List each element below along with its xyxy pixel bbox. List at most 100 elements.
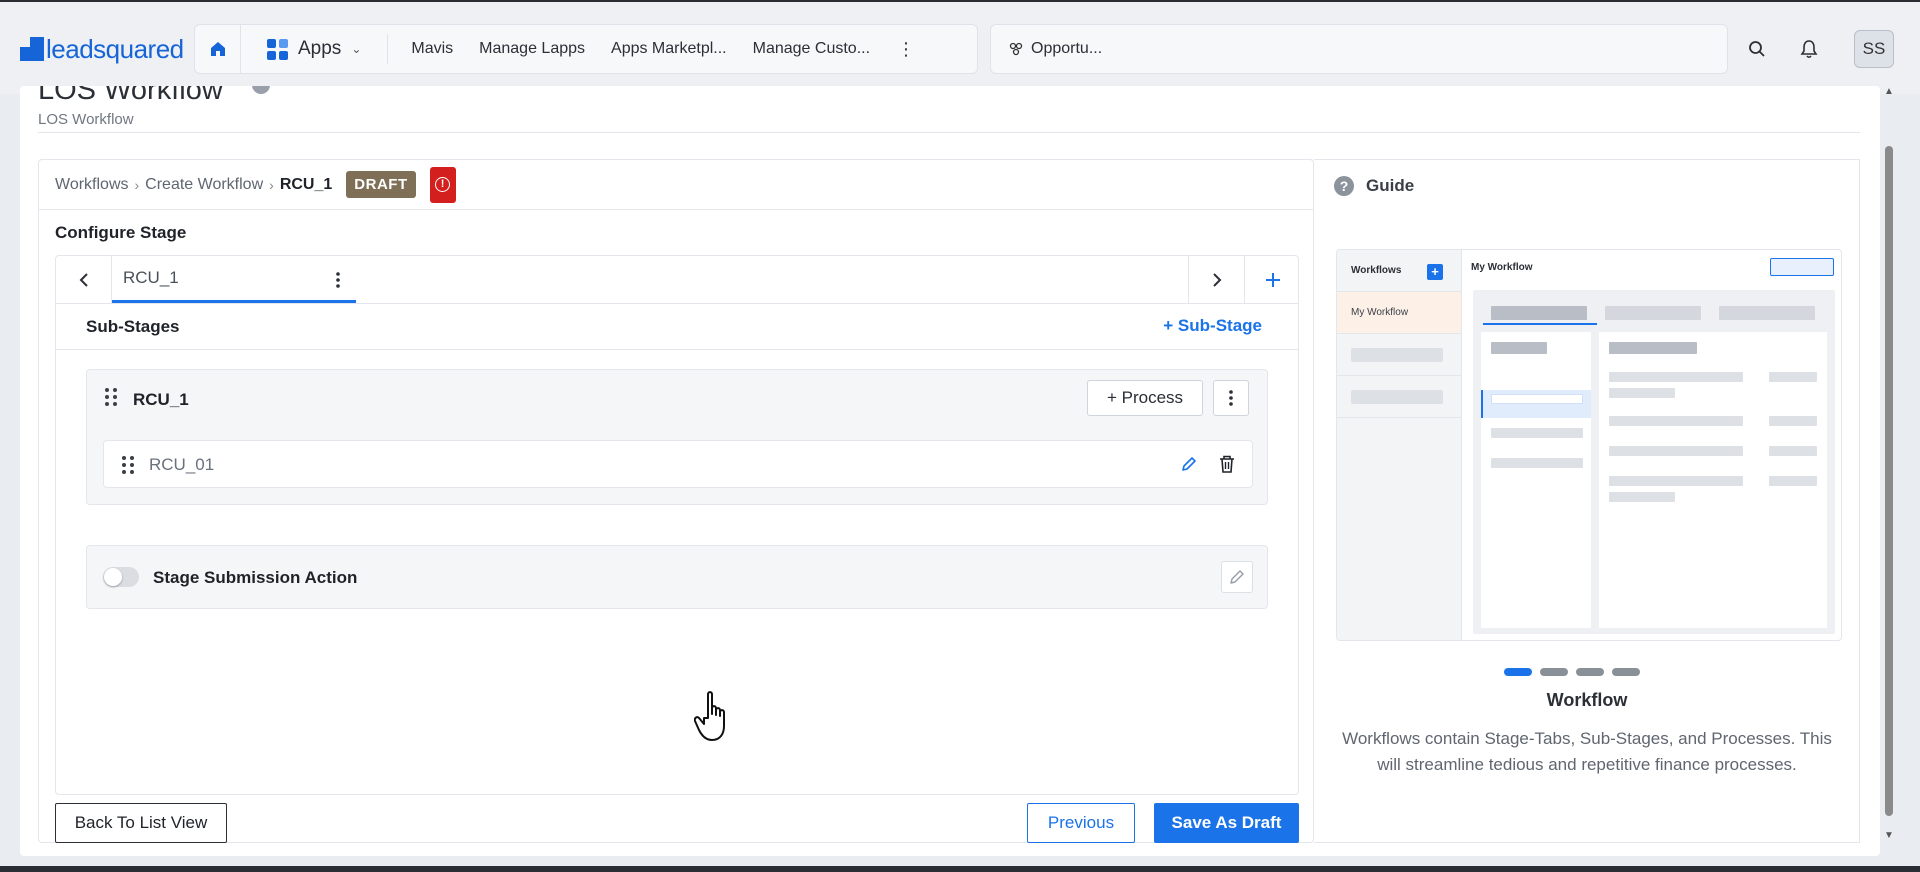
preview-tab <box>1491 306 1587 320</box>
home-button[interactable] <box>195 24 241 74</box>
scroll-up-arrow-icon[interactable]: ▲ <box>1884 86 1894 97</box>
configure-stage-title: Configure Stage <box>55 223 187 242</box>
guide-panel: ? Guide Workflows + My Workflow My Workf… <box>1314 159 1860 843</box>
back-to-list-button[interactable]: Back To List View <box>55 803 227 843</box>
chevron-right-icon: › <box>269 176 274 193</box>
preview-placeholder <box>1337 376 1461 418</box>
alert-icon: ! <box>435 177 451 192</box>
error-indicator[interactable]: ! <box>429 166 456 203</box>
page-subtitle: LOS Workflow <box>38 111 134 128</box>
guide-preview-image: Workflows + My Workflow My Workflow <box>1336 249 1842 641</box>
scrollbar-thumb[interactable] <box>1885 146 1893 816</box>
carousel-dot[interactable] <box>1576 668 1604 676</box>
tab-menu-button[interactable] <box>330 268 346 292</box>
edit-process-button[interactable] <box>1178 453 1200 475</box>
preview-bar <box>1491 394 1583 404</box>
top-navigation: leadsquared Apps ⌄ Mavis Manage Lapps Ap… <box>0 0 1920 94</box>
nav-link-manage-custom[interactable]: Manage Custo... <box>740 40 883 58</box>
preview-sidebar-item: My Workflow <box>1337 292 1461 334</box>
add-stage-button[interactable] <box>1244 256 1300 303</box>
stage-submission-action-card: Stage Submission Action <box>86 545 1268 609</box>
stage-tabs: RCU_1 <box>56 256 1298 304</box>
preview-canvas <box>1473 290 1835 634</box>
leadsquared-logo[interactable]: leadsquared <box>20 32 184 66</box>
submission-action-label: Stage Submission Action <box>153 568 358 587</box>
logo-mark-icon <box>20 37 44 61</box>
chevron-right-icon <box>1212 272 1221 287</box>
preview-button <box>1770 258 1834 276</box>
breadcrumb-current: RCU_1 <box>279 175 333 193</box>
substage-card: RCU_1 + Process RCU_01 <box>86 369 1268 505</box>
nav-link-apps-marketplace[interactable]: Apps Marketpl... <box>598 40 740 58</box>
preview-placeholder <box>1337 334 1461 376</box>
preview-bar <box>1609 492 1675 502</box>
drag-handle-icon[interactable] <box>122 456 134 474</box>
breadcrumb: Workflows › Create Workflow › RCU_1 DRAF… <box>39 160 1313 210</box>
preview-tab <box>1719 306 1815 320</box>
status-badge: DRAFT <box>346 171 416 198</box>
tab-next-button[interactable] <box>1188 256 1244 303</box>
chevron-left-icon <box>79 272 88 287</box>
opportunity-icon <box>1009 42 1023 56</box>
guide-header: ? Guide <box>1334 176 1414 196</box>
preview-bar <box>1609 476 1743 486</box>
substage-name: RCU_1 <box>133 390 189 409</box>
chevron-right-icon: › <box>134 176 140 193</box>
add-process-button[interactable]: + Process <box>1087 380 1203 416</box>
drag-handle-icon[interactable] <box>105 388 117 406</box>
preview-tab-underline <box>1483 323 1597 325</box>
previous-button[interactable]: Previous <box>1027 803 1135 843</box>
search-context-text: Opportu... <box>1031 40 1103 57</box>
edit-submission-action-button[interactable] <box>1221 561 1253 593</box>
guide-description: Workflows contain Stage-Tabs, Sub-Stages… <box>1342 729 1832 774</box>
apps-grid-icon <box>267 38 288 60</box>
notifications-button[interactable] <box>1792 32 1826 66</box>
chevron-down-icon: ⌄ <box>351 42 362 56</box>
preview-bar <box>1491 458 1583 468</box>
info-icon[interactable] <box>252 86 270 94</box>
user-avatar[interactable]: SS <box>1854 30 1894 68</box>
guide-card-title: Workflow <box>1546 690 1628 710</box>
page-scrollbar[interactable]: ▲ ▼ <box>1882 86 1896 856</box>
plus-icon <box>1265 272 1280 287</box>
apps-label: Apps <box>298 38 342 59</box>
nav-link-manage-lapps[interactable]: Manage Lapps <box>466 40 598 58</box>
preview-bar <box>1609 342 1697 354</box>
pencil-icon <box>1230 570 1244 584</box>
hand-cursor-icon <box>694 691 725 741</box>
guide-title: Guide <box>1366 176 1415 195</box>
nav-link-mavis[interactable]: Mavis <box>398 40 466 58</box>
stage-config-box: RCU_1 Sub-Stages + Sub-Stage RCU_1 + Pro… <box>55 255 1299 795</box>
more-vertical-icon <box>1229 390 1233 406</box>
carousel-dot[interactable] <box>1612 668 1640 676</box>
save-as-draft-button[interactable]: Save As Draft <box>1154 803 1299 843</box>
global-search-bar[interactable]: Opportu... <box>990 24 1728 74</box>
breadcrumb-workflows[interactable]: Workflows <box>55 176 129 194</box>
delete-process-button[interactable] <box>1216 453 1238 475</box>
bell-icon <box>1800 40 1818 59</box>
substage-menu-button[interactable] <box>1213 380 1249 416</box>
tab-rcu-1[interactable]: RCU_1 <box>112 256 356 303</box>
breadcrumb-create-workflow[interactable]: Create Workflow <box>145 176 263 194</box>
more-vertical-icon[interactable]: ⋮ <box>883 39 929 60</box>
apps-menu-button[interactable]: Apps ⌄ <box>241 34 389 64</box>
home-icon <box>210 42 225 56</box>
preview-bar <box>1769 372 1817 382</box>
app-navigation-bar: Apps ⌄ Mavis Manage Lapps Apps Marketpl.… <box>194 24 978 74</box>
preview-bar <box>1609 446 1743 456</box>
carousel-dot[interactable] <box>1504 668 1532 676</box>
search-button[interactable] <box>1740 32 1774 66</box>
preview-main-title: My Workflow <box>1471 262 1533 273</box>
tab-label: RCU_1 <box>123 268 179 287</box>
scroll-down-arrow-icon[interactable]: ▼ <box>1884 830 1894 841</box>
search-icon <box>1749 41 1765 57</box>
preview-tab <box>1605 306 1701 320</box>
trash-icon <box>1220 455 1234 473</box>
carousel-dot[interactable] <box>1540 668 1568 676</box>
tab-prev-button[interactable] <box>56 256 112 303</box>
preview-bar <box>1769 446 1817 456</box>
submission-action-toggle[interactable] <box>103 567 139 587</box>
preview-bar <box>1609 388 1675 398</box>
add-substage-button[interactable]: + Sub-Stage <box>1163 316 1262 336</box>
preview-bar <box>1609 416 1743 426</box>
